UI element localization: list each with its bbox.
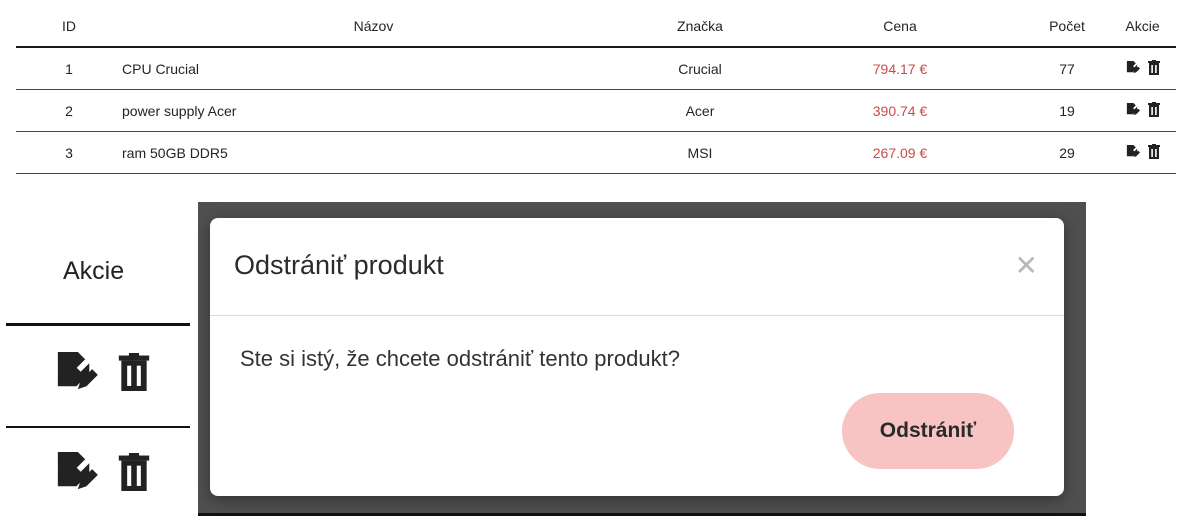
- trash-icon[interactable]: [1148, 143, 1160, 159]
- zoom-header-divider: [6, 323, 190, 326]
- close-icon[interactable]: ✕: [1015, 252, 1038, 280]
- cell-name: CPU Crucial: [122, 47, 625, 90]
- table-row: 3 ram 50GB DDR5 MSI 267.09 € 29: [16, 131, 1176, 174]
- cell-price: 794.17 €: [775, 47, 1025, 90]
- table-row: 1 CPU Crucial Crucial 794.17 € 77: [16, 47, 1176, 90]
- cell-price: 267.09 €: [775, 131, 1025, 174]
- edit-icon[interactable]: [52, 352, 98, 392]
- confirm-delete-button[interactable]: Odstrániť: [842, 393, 1014, 469]
- cell-count: 77: [1025, 47, 1109, 90]
- edit-icon[interactable]: [1125, 60, 1140, 75]
- table-header-row: ID Názov Značka Cena Počet Akcie: [16, 6, 1176, 48]
- cell-brand: MSI: [625, 131, 775, 174]
- trash-icon[interactable]: [118, 353, 150, 391]
- modal-message: Ste si istý, že chcete odstrániť tento p…: [240, 346, 680, 371]
- zoom-actions-row: [52, 352, 150, 392]
- delete-product-modal: Odstrániť produkt ✕ Ste si istý, že chce…: [210, 218, 1064, 496]
- cell-id: 3: [16, 131, 122, 174]
- zoom-row-divider: [6, 426, 190, 428]
- zoom-actions-row: [52, 452, 150, 492]
- zoom-actions-header: Akcie: [63, 257, 125, 285]
- cell-price: 390.74 €: [775, 89, 1025, 132]
- edit-icon[interactable]: [52, 452, 98, 492]
- modal-header: Odstrániť produkt ✕: [210, 218, 1064, 316]
- cell-id: 2: [16, 89, 122, 132]
- cell-count: 29: [1025, 131, 1109, 174]
- header-brand: Značka: [625, 6, 775, 48]
- cell-brand: Acer: [625, 89, 775, 132]
- products-table: ID Názov Značka Cena Počet Akcie 1 CPU C…: [16, 6, 1176, 174]
- cell-actions: [1109, 89, 1176, 132]
- header-actions: Akcie: [1109, 6, 1176, 48]
- trash-icon[interactable]: [1148, 59, 1160, 75]
- table-row: 2 power supply Acer Acer 390.74 € 19: [16, 89, 1176, 132]
- cell-name: power supply Acer: [122, 89, 625, 132]
- price-value: 267.09 €: [872, 144, 928, 161]
- cell-actions: [1109, 47, 1176, 90]
- price-value: 390.74 €: [872, 102, 928, 119]
- header-name: Názov: [122, 6, 625, 48]
- edit-icon[interactable]: [1125, 144, 1140, 159]
- cell-id: 1: [16, 47, 122, 90]
- cell-count: 19: [1025, 89, 1109, 132]
- cell-actions: [1109, 131, 1176, 174]
- trash-icon[interactable]: [118, 453, 150, 491]
- header-price: Cena: [775, 6, 1025, 48]
- header-count: Počet: [1025, 6, 1109, 48]
- cell-brand: Crucial: [625, 47, 775, 90]
- backdrop-divider: [198, 513, 1086, 516]
- modal-title: Odstrániť produkt: [234, 250, 444, 280]
- trash-icon[interactable]: [1148, 101, 1160, 117]
- header-id: ID: [16, 6, 122, 48]
- edit-icon[interactable]: [1125, 102, 1140, 117]
- price-value: 794.17 €: [872, 60, 928, 77]
- cell-name: ram 50GB DDR5: [122, 131, 625, 174]
